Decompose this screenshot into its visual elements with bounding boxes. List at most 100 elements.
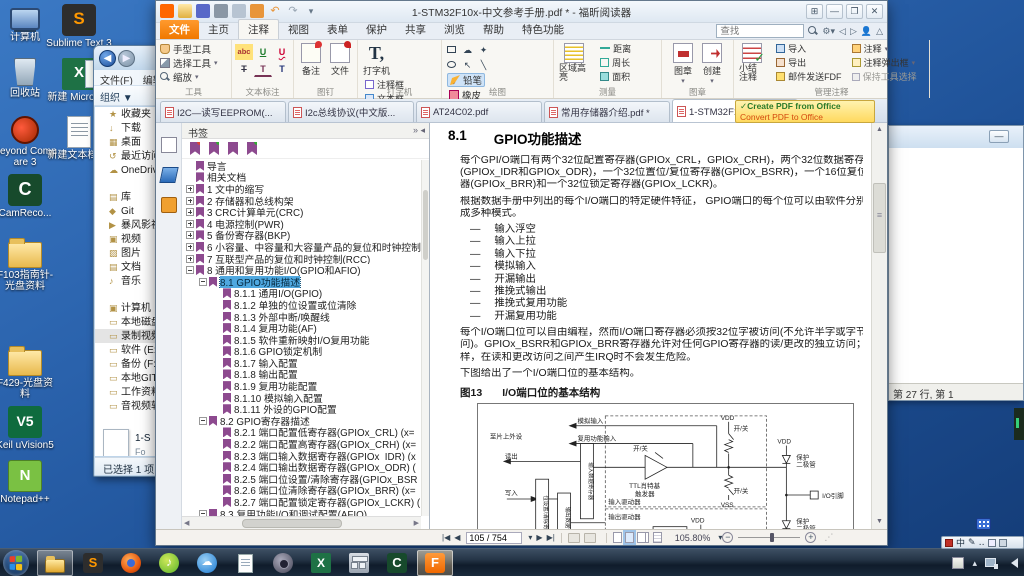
taskbar-button[interactable]: C bbox=[379, 550, 415, 576]
stamp-button[interactable]: 图章▾ bbox=[670, 42, 696, 86]
ribbon-tab[interactable]: 浏览 bbox=[435, 20, 474, 39]
oval-icon[interactable] bbox=[444, 59, 459, 73]
ime-settings-icon[interactable] bbox=[999, 539, 1007, 547]
account-icon[interactable]: 👤 bbox=[861, 26, 872, 37]
bookmark-item[interactable]: 8.1.9 复用功能配置 bbox=[182, 380, 421, 392]
search-input[interactable] bbox=[716, 24, 804, 38]
zoom-slider-thumb[interactable] bbox=[770, 533, 774, 542]
bookmark-item[interactable]: 8.1.6 GPIO锁定机制 bbox=[182, 346, 421, 358]
taskbar-button[interactable]: F bbox=[417, 550, 453, 576]
volume-icon[interactable] bbox=[1006, 558, 1018, 568]
create-pdf-float-button[interactable]: ✓Create PDF from Office Convert PDF to O… bbox=[735, 100, 875, 123]
cloud-icon[interactable]: ☁ bbox=[460, 44, 475, 58]
single-page-icon[interactable] bbox=[613, 532, 622, 543]
rectangle-icon[interactable] bbox=[444, 44, 459, 58]
ribbon-tab[interactable]: 文件 bbox=[160, 20, 199, 39]
bookmark-item[interactable]: 1 文中的缩写 bbox=[182, 183, 421, 195]
taskbar-button[interactable]: ♪ bbox=[151, 550, 187, 576]
zoom-slider[interactable] bbox=[738, 537, 800, 538]
bookmark-locate-icon[interactable] bbox=[247, 142, 257, 155]
text-markup-button[interactable]: abc bbox=[235, 44, 253, 60]
zoom-out-icon[interactable]: − bbox=[722, 532, 733, 543]
bookmark-item[interactable]: 5 备份寄存器(BKP) bbox=[182, 230, 421, 242]
prev-icon[interactable]: ◁ bbox=[839, 26, 846, 37]
summarize-comments-button[interactable]: 小结注释 bbox=[736, 42, 768, 83]
bookmark-item[interactable]: 8.2.4 端口输出数据寄存器(GPIOx_ODR) ( bbox=[182, 461, 421, 473]
layout-grid-icon[interactable]: ⊞ bbox=[806, 4, 823, 19]
bookmark-item[interactable]: 8.1.10 模拟输入配置 bbox=[182, 392, 421, 404]
page-number-input[interactable] bbox=[466, 532, 522, 544]
delete-bookmark-icon[interactable] bbox=[190, 142, 200, 155]
line-icon[interactable]: ╲ bbox=[476, 59, 491, 73]
bookmarks-vertical-scrollbar[interactable] bbox=[421, 160, 429, 516]
ime-logo-icon[interactable] bbox=[945, 539, 953, 547]
ribbon-tab[interactable]: 帮助 bbox=[474, 20, 513, 39]
gear-icon[interactable]: ⚙▾ bbox=[822, 26, 835, 37]
bookmark-item[interactable]: 7 互联型产品的复位和时钟控制(RCC) bbox=[182, 253, 421, 265]
bookmark-item[interactable]: 8.1.8 输出配置 bbox=[182, 369, 421, 381]
desktop-icon-camrecorder[interactable]: CCamReco... bbox=[0, 174, 58, 219]
expander-icon[interactable] bbox=[186, 185, 194, 193]
ribbon-tab[interactable]: 注释 bbox=[238, 19, 279, 39]
bookmark-item[interactable]: 8.1.7 输入配置 bbox=[182, 357, 421, 369]
forward-button[interactable]: ▶ bbox=[118, 50, 135, 67]
previous-page-icon[interactable]: ◀ bbox=[454, 533, 460, 542]
explorer-menu-item[interactable]: 文件(F) bbox=[100, 76, 133, 86]
network-icon[interactable] bbox=[985, 558, 998, 569]
scrollbar-thumb[interactable] bbox=[873, 183, 886, 253]
hand-tool-button[interactable]: 手型工具 bbox=[158, 42, 229, 56]
text-markup-button[interactable]: T bbox=[254, 61, 272, 77]
bookmark-item[interactable]: 8.1.2 单独的位设置或位清除 bbox=[182, 299, 421, 311]
ribbon-tab[interactable]: 共享 bbox=[396, 20, 435, 39]
editor-body[interactable] bbox=[889, 148, 1023, 383]
document-page[interactable]: 8.1 GPIO功能描述 每个GPI/O端口有两个32位配置寄存器(GPIOx_… bbox=[430, 123, 871, 529]
expander-icon[interactable] bbox=[186, 197, 194, 205]
import-button[interactable]: 导入 bbox=[774, 42, 844, 55]
keep-tool-selected-checkbox[interactable]: 保持工具选择 bbox=[850, 70, 919, 83]
first-page-icon[interactable]: |◀ bbox=[442, 533, 450, 542]
area-button[interactable]: 面积 bbox=[598, 70, 633, 83]
show-hidden-icons[interactable]: ▴ bbox=[972, 558, 977, 569]
taskbar-button[interactable]: S bbox=[75, 550, 111, 576]
organize-button[interactable]: 组织 ▼ bbox=[100, 93, 133, 104]
document-tab[interactable]: 常用存储器介绍.pdf *✕ bbox=[544, 101, 670, 122]
start-button[interactable] bbox=[3, 550, 29, 576]
select-tool-button[interactable]: 选择工具▾ bbox=[158, 56, 229, 70]
touch-keyboard-icon[interactable] bbox=[976, 518, 991, 530]
text-markup-button[interactable]: U bbox=[273, 44, 291, 60]
comments-panel-icon[interactable] bbox=[161, 197, 177, 213]
email-fdf-button[interactable]: 邮件发送FDF bbox=[774, 70, 844, 83]
zoom-tool-button[interactable]: 缩放▾ bbox=[158, 70, 229, 84]
document-tab[interactable]: AT24C02.pdf✕ bbox=[416, 101, 542, 122]
bookmark-item[interactable]: 8.2.6 端口位清除寄存器(GPIOx_BRR) (x= bbox=[182, 485, 421, 497]
bookmark-item[interactable]: 8.1 GPIO功能描述 bbox=[182, 276, 421, 288]
ribbon-tab[interactable]: 视图 bbox=[279, 20, 318, 39]
close-icon[interactable]: ✕ bbox=[866, 4, 883, 19]
bookmarks-horizontal-scrollbar[interactable]: ◀ ▶ bbox=[182, 516, 421, 529]
tray-app-icon[interactable] bbox=[952, 557, 964, 569]
expander-icon[interactable] bbox=[186, 243, 194, 251]
pencil-button[interactable]: 铅笔 bbox=[447, 73, 485, 87]
bookmark-item[interactable]: 8 通用和复用功能I/O(GPIO和AFIO) bbox=[182, 264, 421, 276]
desktop-icon-f103-folder[interactable]: F103指南针-光盘资料 bbox=[0, 238, 58, 292]
comment-popup-button[interactable]: 注释弹出框▾ bbox=[850, 56, 919, 69]
create-stamp-button[interactable]: 创建▾ bbox=[699, 42, 725, 86]
bookmark-item[interactable]: 8.2.5 端口位设置/清除寄存器(GPIOx_BSR bbox=[182, 473, 421, 485]
desktop-icon-notepadpp[interactable]: NNotepad++ bbox=[0, 460, 58, 505]
page-dropdown-icon[interactable]: ▾ bbox=[528, 533, 532, 542]
restore-icon[interactable]: ❐ bbox=[846, 4, 863, 19]
expander-icon[interactable] bbox=[186, 255, 194, 263]
zoom-in-icon[interactable]: + bbox=[805, 532, 816, 543]
ime-pen-icon[interactable]: ✎ bbox=[968, 537, 976, 548]
document-tab[interactable]: I2c总线协议(中文版...✕ bbox=[288, 101, 414, 122]
bookmark-item[interactable]: 8.1.3 外部中断/唤醒线 bbox=[182, 311, 421, 323]
bookmark-item[interactable]: 8.1.5 软件重新映射I/O复用功能 bbox=[182, 334, 421, 346]
taskbar-button[interactable] bbox=[37, 550, 73, 576]
bookmark-item[interactable]: 8.1.1 通用I/O(GPIO) bbox=[182, 288, 421, 300]
facing-page-icon[interactable] bbox=[637, 532, 646, 543]
bookmark-item[interactable]: 8.2 GPIO寄存器描述 bbox=[182, 415, 421, 427]
taskbar-button[interactable] bbox=[265, 550, 301, 576]
bookmark-item[interactable]: 8.1.4 复用功能(AF) bbox=[182, 322, 421, 334]
text-markup-button[interactable]: T bbox=[273, 61, 291, 77]
previous-view-icon[interactable] bbox=[568, 533, 580, 543]
